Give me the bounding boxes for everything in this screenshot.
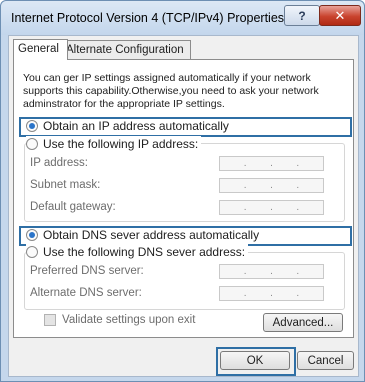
ip-address-label: IP address:	[30, 157, 88, 169]
obtain-ip-auto-option[interactable]: Obtain an IP address automatically	[26, 118, 229, 134]
use-following-ip-option[interactable]: Use the following IP address:	[26, 136, 202, 152]
ok-button[interactable]: OK	[220, 351, 290, 370]
subnet-mask-input[interactable]: ...	[219, 178, 324, 193]
validate-settings-option[interactable]: Validate settings upon exit	[44, 314, 195, 326]
ip-auto-radio[interactable]	[26, 120, 38, 132]
dns-auto-label: Obtain DNS sever address automatically	[43, 228, 260, 242]
ip-auto-label: Obtain an IP address automatically	[43, 119, 229, 133]
dns-manual-label: Use the following DNS sever address:	[43, 245, 246, 259]
general-tab-panel: You can ger IP settings assigned automat…	[13, 59, 354, 338]
help-button[interactable]: ?	[284, 5, 320, 26]
dns-manual-radio[interactable]	[26, 246, 38, 258]
title-bar: Internet Protocol Version 4 (TCP/IPv4) P…	[1, 1, 364, 35]
info-text: You can ger IP settings assigned automat…	[23, 72, 319, 110]
validate-settings-checkbox[interactable]	[44, 314, 56, 326]
obtain-dns-auto-option[interactable]: Obtain DNS sever address automatically	[26, 227, 259, 243]
alternate-dns-input[interactable]: ...	[219, 286, 324, 301]
default-gateway-label: Default gateway:	[30, 201, 116, 213]
preferred-dns-label: Preferred DNS server:	[30, 265, 144, 277]
dns-server-group	[24, 252, 345, 310]
validate-settings-label: Validate settings upon exit	[62, 314, 196, 326]
advanced-button[interactable]: Advanced...	[263, 313, 343, 332]
dialog-client-area: General Alternate Configuration You can …	[8, 35, 359, 377]
ip-manual-radio[interactable]	[26, 138, 38, 150]
subnet-mask-label: Subnet mask:	[30, 179, 101, 191]
alternate-dns-label: Alternate DNS server:	[30, 287, 142, 299]
default-gateway-input[interactable]: ...	[219, 200, 324, 215]
properties-window: Internet Protocol Version 4 (TCP/IPv4) P…	[0, 0, 365, 382]
close-button[interactable]: ✕	[319, 5, 361, 26]
cancel-button[interactable]: Cancel	[297, 351, 354, 370]
close-icon: ✕	[334, 7, 346, 23]
dns-auto-radio[interactable]	[26, 229, 38, 241]
ip-address-input[interactable]: ...	[219, 156, 324, 171]
preferred-dns-input[interactable]: ...	[219, 264, 324, 279]
window-title: Internet Protocol Version 4 (TCP/IPv4) P…	[11, 11, 285, 25]
use-following-dns-option[interactable]: Use the following DNS sever address:	[26, 244, 249, 260]
ip-manual-label: Use the following IP address:	[43, 137, 199, 151]
tab-alternate-configuration[interactable]: Alternate Configuration	[61, 40, 191, 59]
help-icon: ?	[298, 8, 306, 23]
tab-general[interactable]: General	[13, 39, 68, 60]
